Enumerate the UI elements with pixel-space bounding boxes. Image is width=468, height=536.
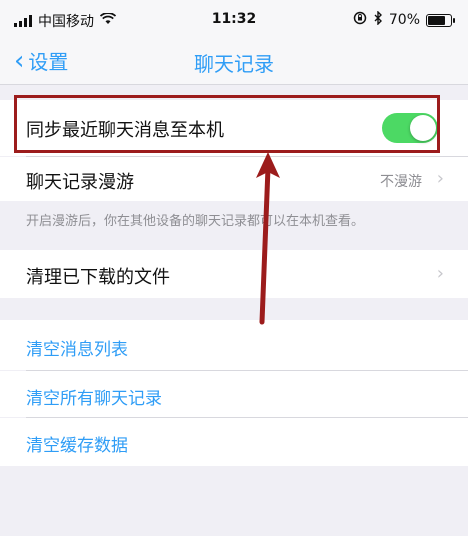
annotation-arrow <box>256 152 280 325</box>
